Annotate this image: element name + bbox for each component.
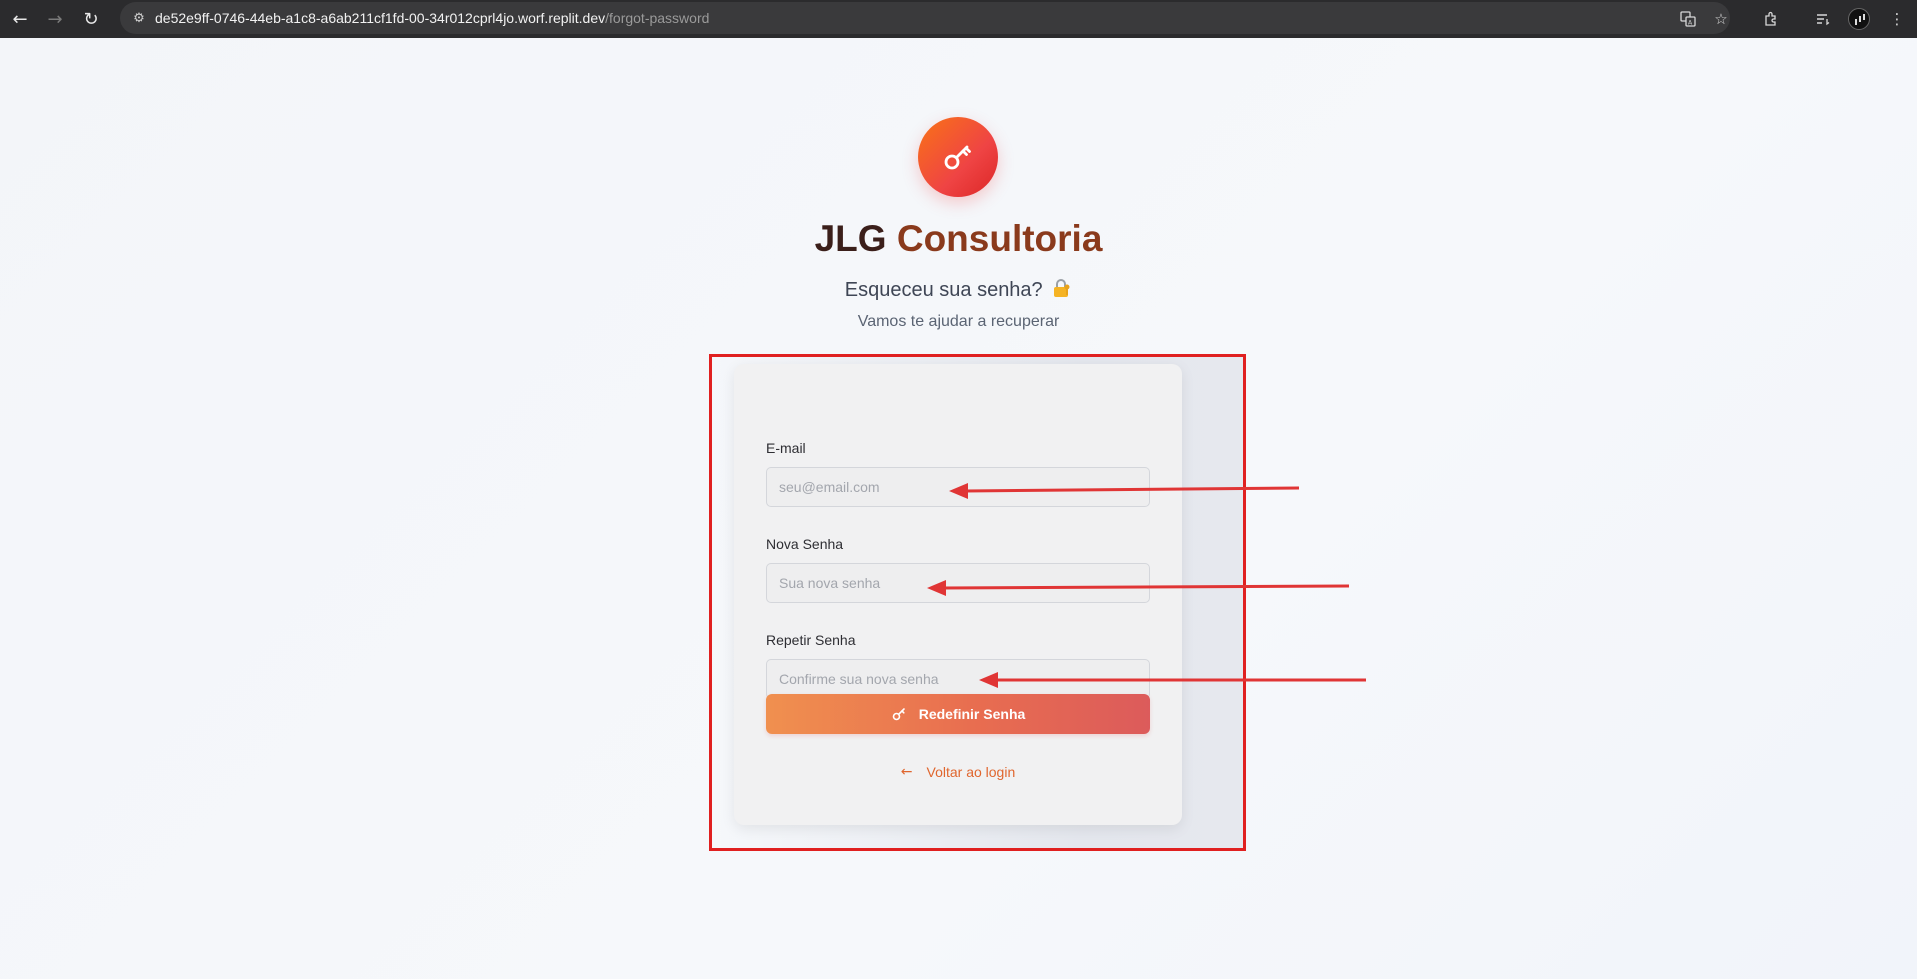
logo bbox=[918, 117, 998, 197]
translate-icon[interactable]: A bbox=[1673, 4, 1703, 34]
lock-with-key-icon bbox=[1052, 278, 1072, 297]
key-icon bbox=[944, 145, 971, 170]
address-bar[interactable]: ⚙ de52e9ff-0746-44eb-a1c8-a6ab211cf1fd-0… bbox=[120, 2, 1730, 34]
site-settings-icon[interactable]: ⚙ bbox=[130, 9, 148, 27]
back-icon[interactable]: ← bbox=[5, 4, 35, 34]
page-title: JLG Consultoria bbox=[0, 218, 1917, 260]
bookmark-star-icon[interactable]: ☆ bbox=[1706, 4, 1736, 34]
url-host: de52e9ff-0746-44eb-a1c8-a6ab211cf1fd-00-… bbox=[155, 10, 606, 26]
url-path: /forgot-password bbox=[605, 10, 710, 26]
extensions-icon[interactable] bbox=[1756, 4, 1786, 34]
page-tagline: Vamos te ajudar a recuperar bbox=[857, 313, 1060, 330]
url-text[interactable]: de52e9ff-0746-44eb-a1c8-a6ab211cf1fd-00-… bbox=[155, 10, 709, 26]
reload-icon[interactable]: ↻ bbox=[76, 4, 106, 34]
page-subtitle: Esqueceu sua senha? bbox=[0, 276, 1917, 302]
profile-avatar[interactable] bbox=[1848, 8, 1870, 30]
brand-name-part1: JLG bbox=[814, 218, 887, 259]
annotation-highlight-box bbox=[709, 354, 1246, 851]
brand-name-part2: Consultoria bbox=[896, 218, 1103, 259]
menu-icon[interactable]: ⋮ bbox=[1882, 4, 1912, 34]
forward-icon[interactable]: → bbox=[40, 4, 70, 34]
subtitle-text: Esqueceu sua senha? bbox=[844, 279, 1043, 301]
browser-toolbar: ← → ↻ ⚙ de52e9ff-0746-44eb-a1c8-a6ab211c… bbox=[0, 0, 1917, 38]
reading-list-icon[interactable] bbox=[1808, 4, 1838, 34]
